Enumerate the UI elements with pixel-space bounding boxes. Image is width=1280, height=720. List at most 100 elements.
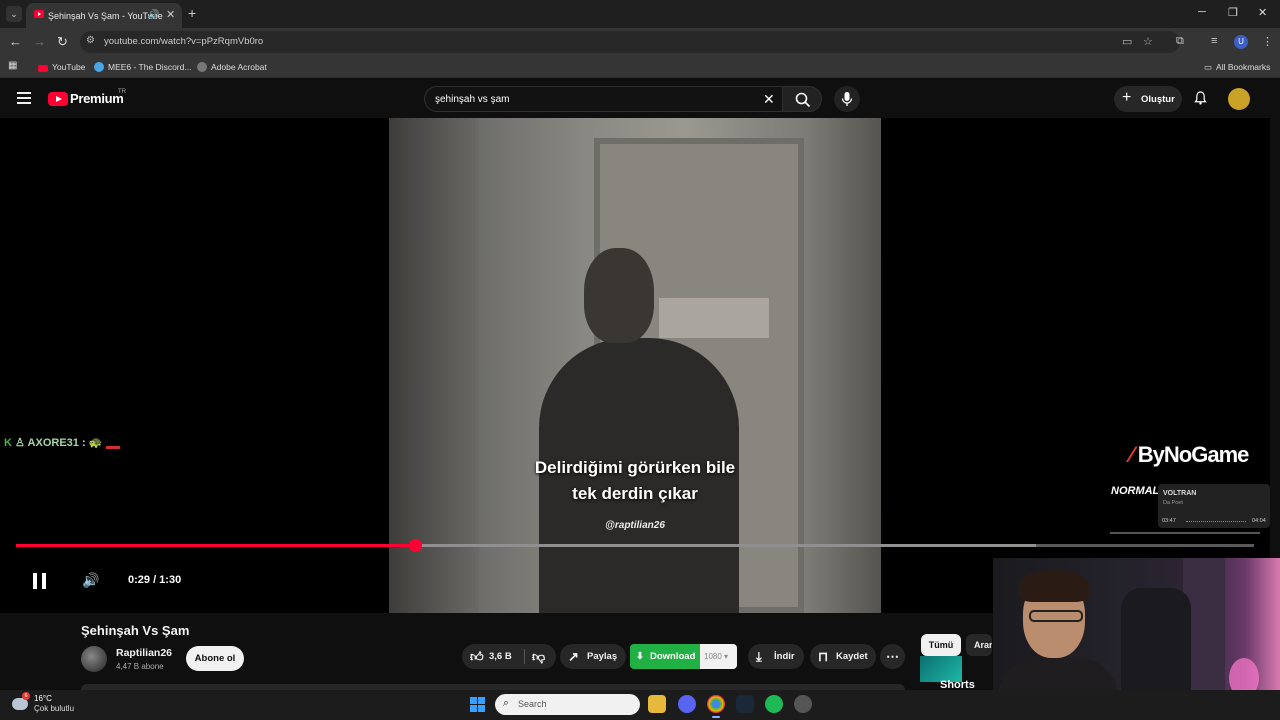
tab-close-icon[interactable]: ✕ [166,8,175,21]
star-icon[interactable]: ☆ [1143,35,1153,48]
share-icon: ↗ [568,649,579,664]
apps-grid-icon[interactable]: ▦ [8,60,17,71]
download-quality-select[interactable]: 1080 ▾ [700,644,737,669]
app-icon[interactable] [794,695,812,713]
all-bookmarks-label: All Bookmarks [1216,62,1271,72]
new-tab-button[interactable]: + [188,5,196,21]
create-label: Oluştur [1141,94,1175,105]
indir-button[interactable]: ⤓ İndir [748,644,804,669]
weather-condition[interactable]: Çok bulutlu [34,704,74,713]
hamburger-menu-icon[interactable] [17,92,31,104]
bell-icon[interactable] [1194,91,1207,105]
bookmark-label: MEE6 - The Discord... [108,62,192,72]
maximize-button[interactable]: ❐ [1228,6,1238,19]
save-button[interactable]: ⊓ Kaydet [810,644,876,669]
search-icon: ⌕ [503,697,510,709]
create-button[interactable]: + Oluştur [1114,86,1182,112]
search-button[interactable] [782,86,822,112]
bookmark-label: YouTube [52,62,86,72]
chip-related[interactable]: Aran [966,634,992,656]
globe-icon [197,62,207,72]
like-count[interactable]: 3,6 B [489,644,512,669]
minimize-button[interactable]: ─ [1198,6,1206,18]
chevron-down-icon: ▾ [724,652,729,661]
browser-tab-bar: ⌄ Şehinşah Vs Şam - YouTube 🔊 ✕ + ─ ❐ ✕ [0,0,1280,28]
windows-icon[interactable] [470,697,485,712]
subscribe-button[interactable]: Abone ol [186,646,244,671]
taskbar-search-label: Search [518,699,547,709]
video-title: Şehinşah Vs Şam [81,623,190,638]
youtube-logo-icon[interactable] [48,92,68,106]
browser-tab-active[interactable]: Şehinşah Vs Şam - YouTube 🔊 ✕ [26,3,182,28]
youtube-favicon-icon [34,10,44,18]
bookmark-label: Adobe Acrobat [211,62,267,72]
bookmark-youtube[interactable]: YouTube [38,62,85,72]
account-avatar[interactable] [1228,88,1250,110]
voice-search-button[interactable] [834,86,860,112]
cast-icon[interactable]: ▭ [1122,35,1132,48]
song-title: VOLTRAN [1163,490,1197,497]
video-frame[interactable] [389,118,881,613]
bookmark-adobe-acrobat[interactable]: Adobe Acrobat [197,62,267,72]
channel-avatar[interactable] [81,646,107,672]
download-label: Download [650,651,696,662]
video-player[interactable]: Delirdiğimi görürken bile tek derdin çık… [0,118,1270,613]
chat-emote-icon: 🐢 [88,437,103,449]
progress-scrubber[interactable] [408,539,422,552]
download-quality-value: 1080 [704,652,722,661]
all-bookmarks[interactable]: ▭ All Bookmarks [1204,62,1270,73]
dislike-icon[interactable]: 👎︎ [532,644,545,669]
menu-kebab-icon[interactable]: ⋮ [1262,35,1273,48]
file-explorer-icon[interactable] [648,695,666,713]
reload-icon[interactable]: ↻ [57,34,68,50]
site-info-icon[interactable]: ⚙ [86,35,95,46]
url-text: youtube.com/watch?v=pPzRqmVb0ro [104,36,264,47]
address-bar[interactable]: ⚙ youtube.com/watch?v=pPzRqmVb0ro ▭ ☆ [80,31,1180,53]
chat-user-icon: ♙ [15,437,25,449]
like-icon[interactable]: 👍︎ [470,644,484,669]
time-display: 0:29 / 1:30 [128,574,182,586]
temperature[interactable]: 16°C [34,694,52,703]
spotify-icon[interactable] [765,695,783,713]
song-elapsed: 03:47 [1162,518,1176,524]
sponsor-mark-icon: ⁄ [1130,442,1138,467]
song-progress [1186,521,1246,522]
share-button[interactable]: ↗ Paylaş [560,644,626,669]
subtitle-line-1: Delirdiğimi görürken bile [534,458,736,477]
extensions-icon[interactable]: ⧉ [1176,35,1184,48]
premium-logo-text[interactable]: Premium [70,91,124,106]
volume-icon[interactable]: 🔊 [82,572,99,589]
chrome-icon[interactable] [707,695,725,713]
tab-list-button[interactable]: ⌄ [6,6,22,22]
subtitle-line-2: tek derdin çıkar [572,484,698,503]
folder-icon: ▭ [1204,62,1213,72]
discord-icon[interactable] [678,695,696,713]
chip-all[interactable]: Tümü [921,634,961,656]
window-close-button[interactable]: ✕ [1258,6,1267,19]
clear-search-icon[interactable]: ✕ [763,91,775,108]
more-actions-button[interactable]: ⋯ [880,644,905,669]
search-box[interactable]: şehinşah vs şam ✕ [424,86,782,112]
mee6-icon [94,62,104,72]
subscriber-count: 4,47 B abone [116,662,164,671]
bookmark-icon: ⊓ [818,649,829,664]
download-arrow-icon: ⬇ [636,651,644,662]
download-extension-button[interactable]: ⬇ Download [630,644,700,669]
youtube-icon [38,65,48,72]
pause-icon[interactable] [33,573,47,589]
video-scene-person-head [584,248,654,343]
taskbar-search[interactable]: ⌕ Search [495,694,640,715]
song-total: 04:04 [1252,518,1266,524]
speaker-icon[interactable]: 🔊 [148,9,159,20]
like-dislike-group: 👍︎ 3,6 B 👎︎ [462,644,556,669]
channel-name[interactable]: Raptilian26 [116,647,172,659]
profile-avatar[interactable]: U [1234,35,1248,49]
media-icon[interactable]: ≡ [1211,35,1217,47]
back-icon[interactable]: ← [9,34,22,49]
forward-icon[interactable]: → [33,34,46,49]
bookmark-mee6[interactable]: MEE6 - The Discord... [94,62,191,72]
search-input[interactable]: şehinşah vs şam [435,94,509,105]
region-code: TR [118,89,126,95]
browser-toolbar: ← → ↻ ⚙ youtube.com/watch?v=pPzRqmVb0ro … [0,28,1280,56]
steam-icon[interactable] [736,695,754,713]
